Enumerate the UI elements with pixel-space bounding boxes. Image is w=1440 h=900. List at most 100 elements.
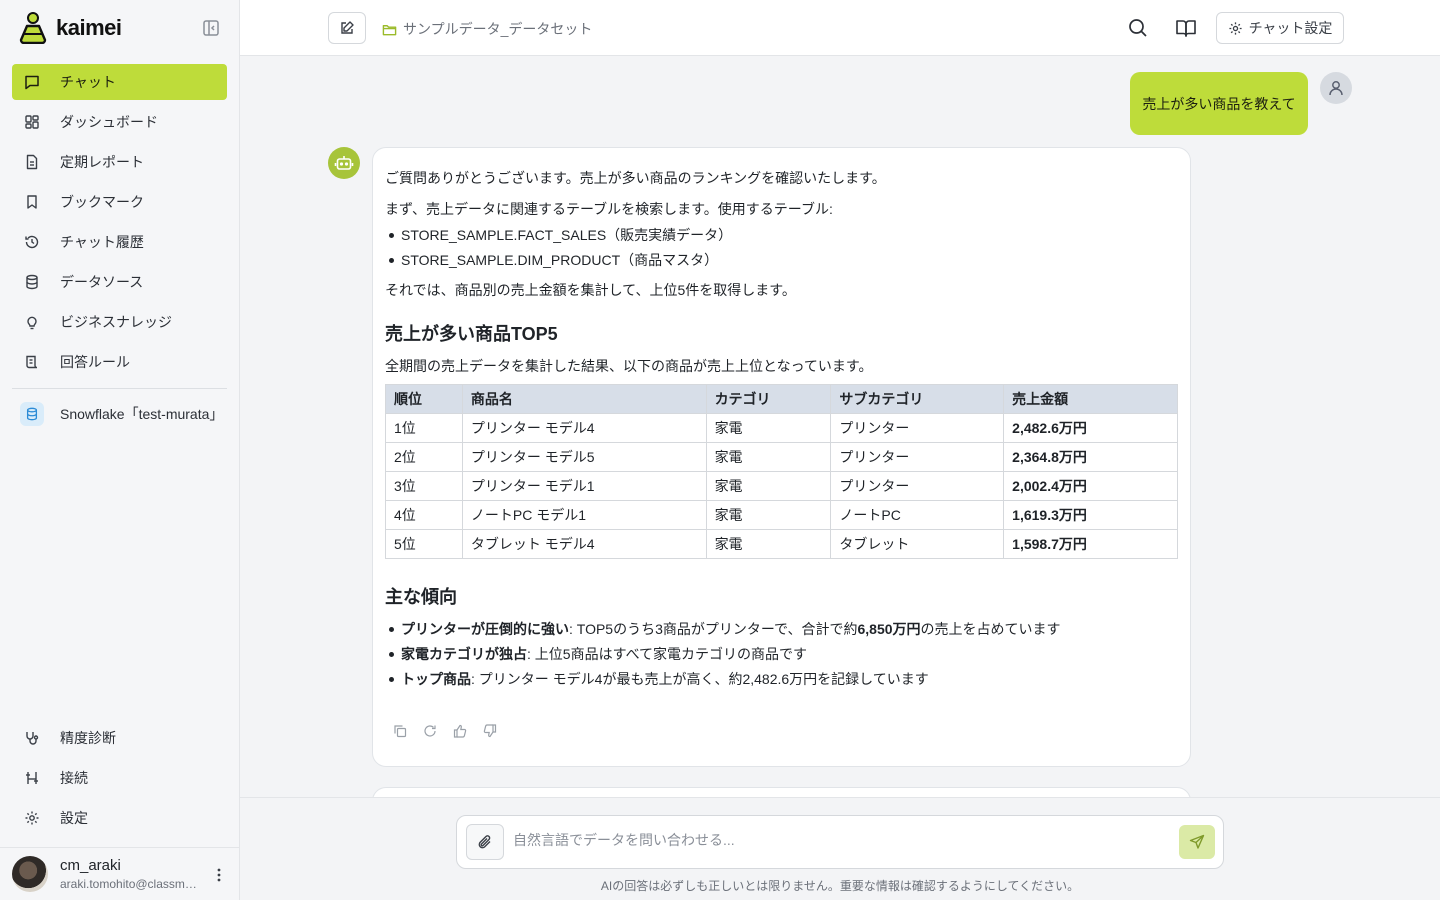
table-cell: プリンター モデル5 xyxy=(461,442,707,472)
folder-icon xyxy=(382,24,397,35)
answer-heading: 売上が多い商品TOP5 xyxy=(385,324,558,344)
column-header: 商品名 xyxy=(461,384,707,414)
user-message: 売上が多い商品を教えて xyxy=(1130,72,1308,135)
sidebar-item-label: 回答ルール xyxy=(60,354,130,370)
dataset-name: サンプルデータ_データセット xyxy=(403,21,593,37)
paperclip-icon xyxy=(478,835,491,849)
list-item: トップ商品: プリンター モデル4が最も売上が高く、約2,482.6万円を記録し… xyxy=(385,669,1178,689)
stethoscope-icon xyxy=(26,732,39,745)
table-cell: 2,002.4万円 xyxy=(1003,471,1178,501)
sidebar: kaimei チャット ダッシュボード 定期レポート ブックマーク チャット履歴… xyxy=(0,0,240,900)
chat-icon xyxy=(25,75,39,90)
copy-icon[interactable] xyxy=(393,724,407,738)
composer xyxy=(456,815,1224,869)
more-options-icon[interactable] xyxy=(213,866,225,884)
table-cell: 家電 xyxy=(705,442,832,472)
table-cell: 家電 xyxy=(705,500,832,530)
list-item: 家電カテゴリが独占: 上位5商品はすべて家電カテゴリの商品です xyxy=(385,644,1178,664)
trend-title: トップ商品 xyxy=(401,671,471,687)
sidebar-item-settings[interactable]: 設定 xyxy=(12,800,227,836)
chat-input[interactable] xyxy=(513,832,1153,848)
table-cell: 2位 xyxy=(385,442,463,472)
trend-text: : プリンター モデル4が最も売上が高く、約2,482.6万円を記録しています xyxy=(471,671,929,687)
table-cell: 3位 xyxy=(385,471,463,501)
column-header: カテゴリ xyxy=(705,384,832,414)
answer-plan: それでは、商品別の売上金額を集計して、上位5件を取得します。 xyxy=(385,282,796,298)
nav-divider xyxy=(12,388,227,389)
table-cell: 2,482.6万円 xyxy=(1003,413,1178,443)
sidebar-item-label: 設定 xyxy=(60,810,88,826)
table-cell: 2,364.8万円 xyxy=(1003,442,1178,472)
assistant-message: ご質問ありがとうございます。売上が多い商品のランキングを確認いたします。 まず、… xyxy=(372,147,1191,767)
collapse-sidebar-icon[interactable] xyxy=(202,19,220,37)
trend-highlight: 6,850万円 xyxy=(857,621,921,637)
sidebar-item-connection[interactable]: 接続 xyxy=(12,760,227,796)
trend-text: : TOP5のうち3商品がプリンターで、合計で約 xyxy=(569,621,858,637)
table-header-row: 順位 商品名 カテゴリ サブカテゴリ 売上金額 xyxy=(385,384,1178,414)
user-icon xyxy=(1329,81,1343,96)
chat-settings-button[interactable]: チャット設定 xyxy=(1216,12,1344,44)
table-cell: タブレット モデル4 xyxy=(461,529,707,559)
report-icon xyxy=(26,154,38,170)
user-profile[interactable]: cm_araki araki.tomohito@classmethod.jp xyxy=(0,847,239,900)
datasource-label: Snowflake「test-murata」 xyxy=(60,406,224,422)
thumbs-up-icon[interactable] xyxy=(453,724,467,738)
sidebar-item-reports[interactable]: 定期レポート xyxy=(12,144,227,180)
table-cell: プリンター モデル1 xyxy=(461,471,707,501)
sidebar-item-label: データソース xyxy=(60,274,144,290)
book-icon[interactable] xyxy=(1175,17,1197,39)
table-row: 4位 ノートPC モデル1 家電 ノートPC 1,619.3万円 xyxy=(385,500,1178,530)
rules-icon xyxy=(26,355,38,369)
edit-icon xyxy=(341,21,354,34)
ranking-table: 順位 商品名 カテゴリ サブカテゴリ 売上金額 1位 プリンター モデル4 家電… xyxy=(385,384,1178,559)
table-cell: ノートPC xyxy=(830,500,1005,530)
table-cell: 1位 xyxy=(385,413,463,443)
lightbulb-icon xyxy=(27,316,37,330)
trends-list: プリンターが圧倒的に強い: TOP5のうち3商品がプリンターで、合計で約6,85… xyxy=(385,619,1178,689)
chat-settings-label: チャット設定 xyxy=(1248,20,1333,36)
sidebar-item-dashboard[interactable]: ダッシュボード xyxy=(12,104,227,140)
top-header: サンプルデータ_データセット チャット設定 xyxy=(240,0,1440,56)
table-row: 1位 プリンター モデル4 家電 プリンター 2,482.6万円 xyxy=(385,413,1178,443)
sidebar-item-rules[interactable]: 回答ルール xyxy=(12,344,227,380)
thumbs-down-icon[interactable] xyxy=(483,724,497,738)
sidebar-item-knowledge[interactable]: ビジネスナレッジ xyxy=(12,304,227,340)
sidebar-item-bookmarks[interactable]: ブックマーク xyxy=(12,184,227,220)
sidebar-item-datasource[interactable]: データソース xyxy=(12,264,227,300)
table-cell: 4位 xyxy=(385,500,463,530)
table-cell: 1,598.7万円 xyxy=(1003,529,1178,559)
answer-heading: 主な傾向 xyxy=(385,587,457,607)
table-cell: プリンター xyxy=(830,442,1005,472)
attach-button[interactable] xyxy=(466,824,504,860)
sidebar-item-history[interactable]: チャット履歴 xyxy=(12,224,227,260)
column-header: サブカテゴリ xyxy=(830,384,1005,414)
main-nav: チャット ダッシュボード 定期レポート ブックマーク チャット履歴 データソース… xyxy=(12,64,227,384)
trend-text: : 上位5商品はすべて家電カテゴリの商品です xyxy=(527,646,808,662)
app-name: kaimei xyxy=(56,15,122,40)
table-cell: プリンター xyxy=(830,413,1005,443)
bot-icon xyxy=(334,156,354,170)
sidebar-item-chat[interactable]: チャット xyxy=(12,64,227,100)
sidebar-item-label: ビジネスナレッジ xyxy=(60,314,172,330)
search-icon[interactable] xyxy=(1127,17,1149,39)
table-row: 2位 プリンター モデル5 家電 プリンター 2,364.8万円 xyxy=(385,442,1178,472)
list-item: STORE_SAMPLE.FACT_SALES（販売実績データ） xyxy=(385,225,1178,245)
sidebar-item-diagnosis[interactable]: 精度診断 xyxy=(12,720,227,756)
tables-used-list: STORE_SAMPLE.FACT_SALES（販売実績データ） STORE_S… xyxy=(385,225,1178,270)
chat-thread[interactable]: 売上が多い商品を教えて ご質問ありがとうございます。売上が多い商品のランキングを… xyxy=(240,56,1440,797)
regenerate-icon[interactable] xyxy=(423,724,437,738)
trend-title: 家電カテゴリが独占 xyxy=(401,646,527,662)
trend-title: プリンターが圧倒的に強い xyxy=(401,621,569,637)
new-chat-button[interactable] xyxy=(328,12,366,44)
app-logo[interactable]: kaimei xyxy=(18,11,122,45)
breadcrumb[interactable]: サンプルデータ_データセット xyxy=(382,19,592,39)
table-cell: 1,619.3万円 xyxy=(1003,500,1178,530)
bookmark-icon xyxy=(27,195,37,209)
answer-search-text: まず、売上データに関連するテーブルを検索します。使用するテーブル: xyxy=(385,201,833,217)
send-button[interactable] xyxy=(1179,825,1215,859)
datasource-item[interactable]: Snowflake「test-murata」 xyxy=(20,402,235,426)
sidebar-item-label: チャット xyxy=(60,74,116,90)
column-header: 売上金額 xyxy=(1003,384,1178,414)
sidebar-item-label: 接続 xyxy=(60,770,88,786)
column-header: 順位 xyxy=(385,384,463,414)
